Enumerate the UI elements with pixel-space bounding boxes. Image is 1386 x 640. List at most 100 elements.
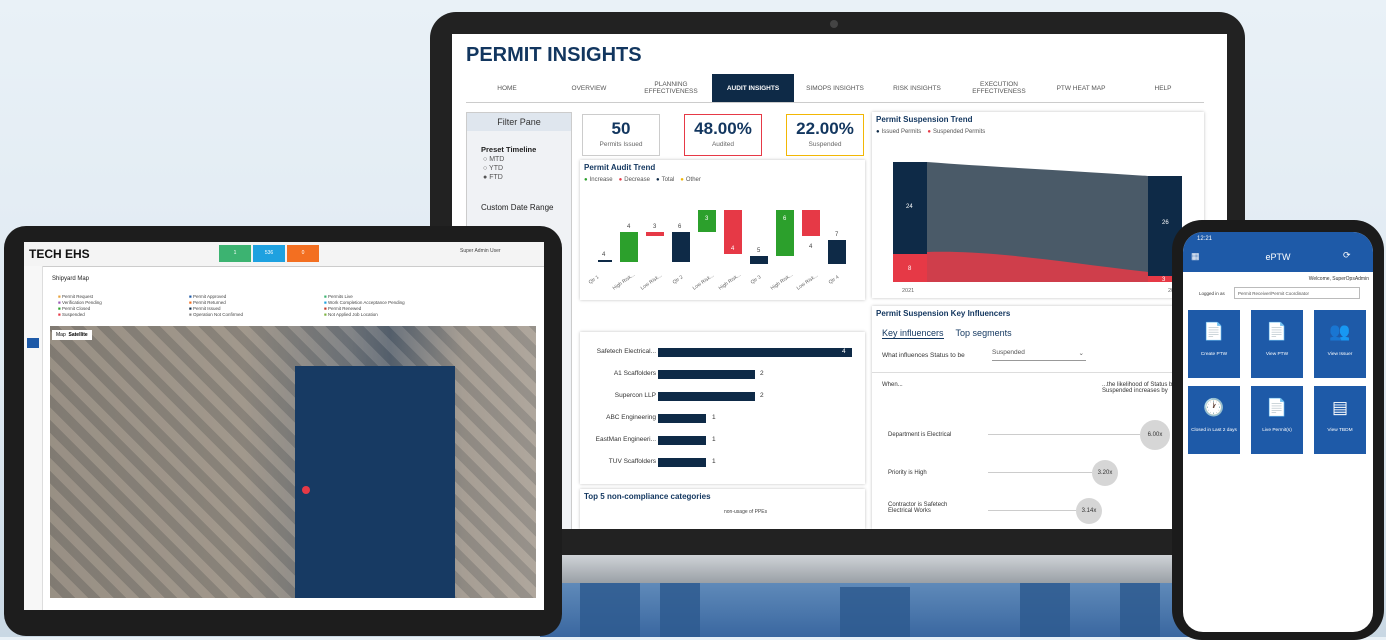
bar-label: 7 [835, 232, 839, 238]
radio-ftd[interactable]: FTD [483, 174, 571, 181]
legend-check[interactable]: Permit Closed [58, 306, 90, 311]
tile-view-tbdm[interactable]: ▤ View TBDM [1314, 386, 1366, 454]
clock-icon: 🕐 [1203, 398, 1225, 417]
preset-timeline-label: Preset Timeline [481, 145, 537, 154]
tile-label: Live Permit(s) [1262, 428, 1292, 433]
key-influencers-panel: Permit Suspension Key Influencers Key in… [872, 306, 1204, 529]
ki-row-label[interactable]: Priority is High [888, 470, 927, 476]
contractor-count: 2 [760, 392, 764, 399]
map-tab-satellite[interactable]: Satellite [69, 332, 88, 338]
tab-key-influencers[interactable]: Key influencers [882, 328, 944, 339]
contractor-count: 4 [842, 348, 846, 355]
bar-low-risk-3 [802, 210, 820, 236]
kpi-label: Permits Issued [599, 141, 643, 148]
tab-planning-effectiveness[interactable]: PLANNING EFFECTIVENESS [630, 74, 712, 102]
user-menu[interactable]: Super Admin User [460, 248, 501, 254]
legend-check[interactable]: Not Applied Job Location [324, 312, 378, 317]
legend-check[interactable]: Permit Issued [189, 306, 221, 311]
contractor-count: 1 [712, 436, 716, 443]
radio-ytd[interactable]: YTD [483, 165, 571, 172]
tab-top-segments[interactable]: Top segments [956, 328, 1012, 339]
kpi-permits-issued: 50 Permits Issued [582, 114, 660, 156]
legend-check[interactable]: Work Completion Acceptance Pending [324, 300, 405, 305]
kpi-suspended: 22.00% Suspended [786, 114, 864, 156]
phone-screen: 12:21 ePTW ▦ ⟳ Welcome, SuperOpsAdmin Lo… [1183, 232, 1373, 632]
legend-check[interactable]: Permit Renewed [324, 306, 361, 311]
legend-check[interactable]: Permits Live [324, 294, 353, 299]
legend-check[interactable]: Verification Pending [58, 300, 102, 305]
map-type-toggle[interactable]: Map Satellite [52, 330, 92, 340]
legend-check[interactable]: Permit Approved [189, 294, 226, 299]
tile-create-ptw[interactable]: 📄 Create PTW [1188, 310, 1240, 378]
noncompliance-panel: Top 5 non-compliance categories non-usag… [580, 489, 865, 529]
tile-label: View Issuer [1327, 352, 1353, 357]
satellite-map[interactable] [50, 326, 536, 598]
audit-trend-panel: Permit Audit Trend Increase Decrease Tot… [580, 160, 865, 300]
legend-check[interactable]: Permit Returned [189, 300, 226, 305]
contractor-bar [658, 348, 852, 357]
legend-check[interactable]: Suspended [58, 312, 85, 317]
contractor-bar [658, 370, 755, 379]
tab-simops-insights[interactable]: SIMOPS INSIGHTS [794, 74, 876, 102]
contractor-row[interactable]: Supercon LLP 2 [580, 392, 870, 402]
sidebar-map-icon[interactable] [27, 338, 39, 348]
contractor-count: 1 [712, 414, 716, 421]
map-marker-icon[interactable] [302, 486, 310, 494]
app-grid-icon[interactable]: ▦ [1191, 251, 1200, 262]
kpi-label: Audited [711, 141, 735, 148]
contractor-row[interactable]: A1 Scaffolders 2 [580, 370, 870, 380]
tab-risk-insights[interactable]: RISK INSIGHTS [876, 74, 958, 102]
radio-mtd[interactable]: MTD [483, 156, 571, 163]
kpi-tile[interactable]: 0 [287, 245, 319, 262]
tile-label: View TBDM [1327, 428, 1353, 433]
bar-label: 3 [653, 224, 657, 230]
tile-closed-last-2-days[interactable]: 🕐 Closed in Last 2 days [1188, 386, 1240, 454]
ki-row-label[interactable]: Department is Electrical [888, 432, 951, 438]
custom-date-range-label: Custom Date Range [481, 203, 554, 212]
contractor-name: TUV Scaffolders [608, 458, 656, 465]
kpi-tile[interactable]: 1 [219, 245, 251, 262]
bar-qtr1 [598, 260, 612, 262]
tab-overview[interactable]: OVERVIEW [548, 74, 630, 102]
contractor-name: Supercon LLP [614, 392, 656, 399]
kpi-tile[interactable]: 536 [253, 245, 285, 262]
legend-check[interactable]: Permit Request [58, 294, 93, 299]
x-label: Low Risk... [692, 273, 715, 292]
tab-help[interactable]: HELP [1122, 74, 1204, 102]
refresh-icon[interactable]: ⟳ [1343, 250, 1351, 261]
ki-factor: 6.00x [1140, 420, 1170, 450]
tab-home[interactable]: HOME [466, 74, 548, 102]
noncompliance-title: Top 5 non-compliance categories [584, 492, 711, 501]
bar-qtr3 [750, 256, 768, 264]
contractor-row[interactable]: TUV Scaffolders 1 [580, 458, 870, 468]
tablet-screen: TECH EHS 1 536 0 Super Admin User Shipya… [24, 242, 544, 610]
x-label: Qtr 4 [828, 274, 841, 285]
bar-qtr2 [672, 232, 690, 262]
tab-ptw-heat-map[interactable]: PTW HEAT MAP [1040, 74, 1122, 102]
legend-check[interactable]: Operation Not Confirmed [189, 312, 243, 317]
contractor-row[interactable]: EastMan Engineeri... 1 [580, 436, 870, 446]
ki-status-dropdown[interactable]: Suspended ⌄ [992, 349, 1086, 361]
tile-live-permits[interactable]: 📄 Live Permit(s) [1251, 386, 1303, 454]
contractor-row[interactable]: Safetech Electrical... 4 [580, 348, 870, 358]
document-icon: 📄 [1266, 398, 1288, 417]
tab-execution-effectiveness[interactable]: EXECUTION EFFECTIVENESS [958, 74, 1040, 102]
x-label: Low Risk... [796, 273, 819, 292]
tile-view-issuer[interactable]: 👥 View Issuer [1314, 310, 1366, 378]
tab-audit-insights[interactable]: AUDIT INSIGHTS [712, 74, 794, 102]
chevron-down-icon: ⌄ [1078, 350, 1084, 357]
role-select[interactable]: Permit Receiver/Permit Coordinator [1234, 287, 1360, 299]
ki-row-label[interactable]: Contractor is Safetech Electrical Works [888, 502, 968, 514]
nav-tabs: HOME OVERVIEW PLANNING EFFECTIVENESS AUD… [466, 74, 1204, 103]
tile-view-ptw[interactable]: 📄 View PTW [1251, 310, 1303, 378]
issued-label: 26 [1162, 220, 1169, 226]
list-icon: ▤ [1331, 398, 1349, 417]
tech-ehs-logo: TECH EHS [29, 247, 90, 261]
kpi-audited: 48.00% Audited [684, 114, 762, 156]
contractor-row[interactable]: ABC Engineering 1 [580, 414, 870, 424]
document-icon: 📄 [1203, 322, 1225, 341]
map-tab-map[interactable]: Map [56, 332, 66, 338]
contractor-bar [658, 414, 706, 423]
document-icon: 📄 [1266, 322, 1288, 341]
contractor-bar [658, 436, 706, 445]
